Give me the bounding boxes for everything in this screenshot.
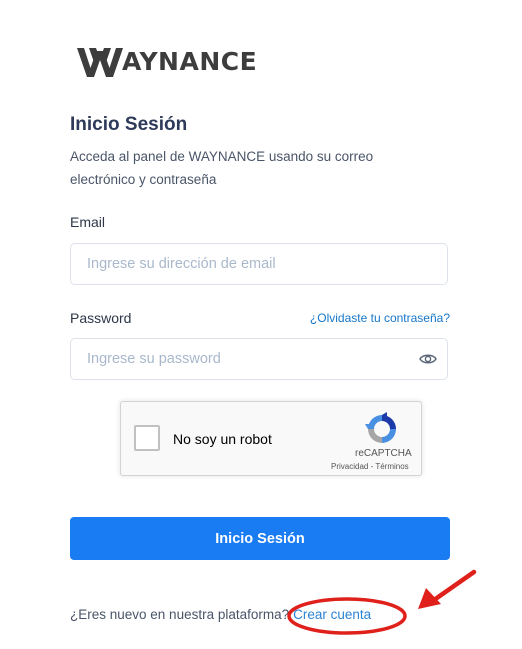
recaptcha-logo-icon — [365, 412, 396, 443]
page-subtitle: Acceda al panel de WAYNANCE usando su co… — [70, 149, 374, 187]
forgot-password-link[interactable]: ¿Olvidaste tu contraseña? — [310, 311, 450, 325]
annotation-arrow-head — [418, 588, 441, 609]
waynance-logo: AYNANCE — [76, 44, 257, 80]
password-field-wrapper — [70, 338, 448, 380]
login-page: AYNANCE Inicio Sesión Acceda al panel de… — [0, 0, 522, 649]
email-label: Email — [70, 214, 106, 230]
password-label: Password — [70, 310, 132, 326]
recaptcha-checkbox[interactable] — [134, 425, 160, 451]
recaptcha-widget: No soy un robot reCAPTCHA Privacidad - T… — [120, 401, 422, 476]
create-account-link[interactable]: Crear cuenta — [293, 607, 371, 622]
email-field-wrapper — [70, 243, 448, 285]
password-field[interactable] — [71, 339, 407, 379]
recaptcha-label: No soy un robot — [173, 431, 272, 447]
logo-w-mark — [77, 48, 123, 77]
annotation-arrow-shaft — [431, 569, 477, 603]
recaptcha-privacy-links[interactable]: Privacidad - Términos — [331, 462, 409, 471]
page-title: Inicio Sesión — [70, 114, 188, 135]
login-button[interactable]: Inicio Sesión — [70, 517, 450, 560]
signup-prompt: ¿Eres nuevo en nuestra plataforma? — [70, 607, 290, 622]
email-field[interactable] — [71, 244, 407, 284]
signup-row: ¿Eres nuevo en nuestra plataforma? Crear … — [70, 607, 371, 622]
recaptcha-brand: reCAPTCHA — [355, 448, 412, 459]
logo-text: AYNANCE — [122, 47, 258, 76]
eye-icon[interactable] — [419, 351, 437, 367]
